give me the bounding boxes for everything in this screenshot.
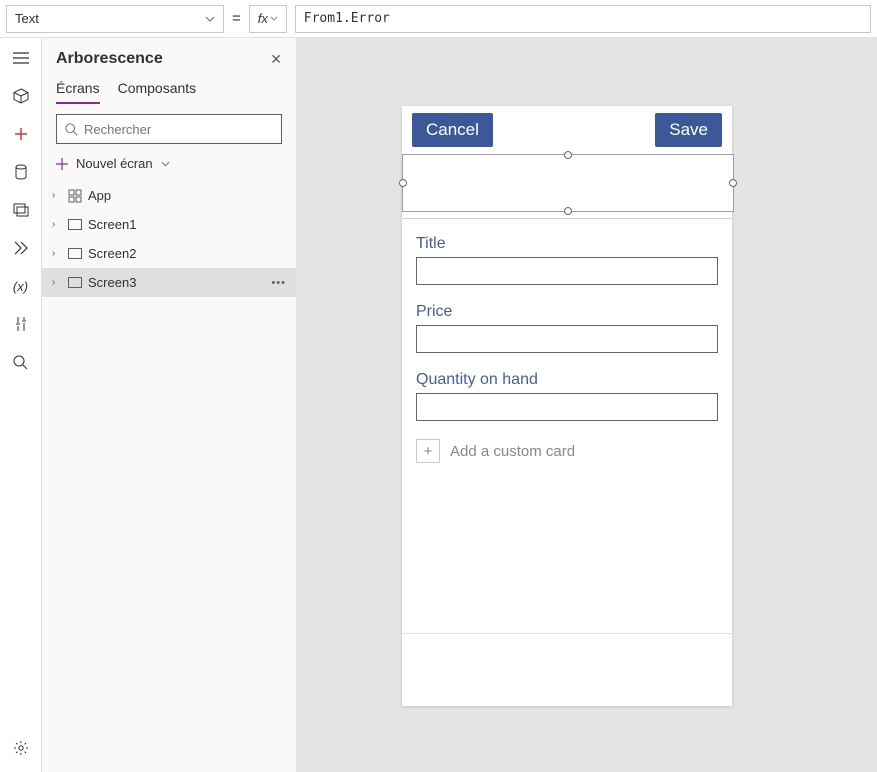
tree-item-screen2[interactable]: › Screen2 [42,239,296,268]
screen-icon [68,248,82,259]
tree-tabs: Écrans Composants [42,74,296,104]
price-input[interactable] [416,325,718,353]
chevron-right-icon: › [52,219,62,230]
variables-icon[interactable]: (x) [11,276,31,296]
tree-items: › App › Screen1 › Screen2 › Screen3 ••• [42,181,296,297]
hamburger-icon[interactable] [11,48,31,68]
insert-icon[interactable] [11,124,31,144]
tree-title: Arborescence [56,50,163,68]
close-icon[interactable]: ✕ [270,51,282,68]
tree-item-label: App [88,188,111,203]
search-box[interactable] [56,114,282,144]
new-screen-button[interactable]: Nouvel écran [42,152,296,181]
card-title[interactable]: Title [416,235,718,285]
search-icon [65,123,78,136]
equals-label: = [232,10,241,27]
power-automate-icon[interactable] [11,238,31,258]
add-card-label: Add a custom card [450,443,575,460]
plus-icon: + [416,439,440,463]
resize-handle-bottom[interactable] [564,207,572,215]
chevron-right-icon: › [52,190,62,201]
formula-bar: Text = fx [0,0,877,38]
tree-header: Arborescence ✕ [42,38,296,74]
card-price[interactable]: Price [416,303,718,353]
new-screen-label: Nouvel écran [76,156,153,171]
tree-item-label: Screen2 [88,246,136,261]
card-label: Price [416,303,718,321]
tree-item-screen1[interactable]: › Screen1 [42,210,296,239]
property-name: Text [15,11,39,26]
canvas[interactable]: Cancel Save Title Price Quant [297,38,877,772]
tab-screens[interactable]: Écrans [56,74,100,104]
media-icon[interactable] [11,200,31,220]
main-layout: (x) Arborescence ✕ Écrans Composants Nou… [0,38,877,772]
advanced-tools-icon[interactable] [11,314,31,334]
save-button[interactable]: Save [655,113,722,147]
form-divider [402,633,732,634]
chevron-right-icon: › [52,277,62,288]
plus-icon [56,158,68,170]
screen-icon [68,277,82,288]
tree-item-app[interactable]: › App [42,181,296,210]
card-quantity[interactable]: Quantity on hand [416,371,718,421]
resize-handle-right[interactable] [729,179,737,187]
search-icon[interactable] [11,352,31,372]
fx-label: fx [258,11,268,26]
card-label: Title [416,235,718,253]
app-icon [68,189,82,203]
screen-icon [68,219,82,230]
tree-item-screen3[interactable]: › Screen3 ••• [42,268,296,297]
chevron-right-icon: › [52,248,62,259]
settings-icon[interactable] [11,738,31,758]
tab-components[interactable]: Composants [118,74,197,104]
data-icon[interactable] [11,162,31,182]
card-label: Quantity on hand [416,371,718,389]
tree-view-icon[interactable] [11,86,31,106]
resize-handle-left[interactable] [399,179,407,187]
tree-item-label: Screen1 [88,217,136,232]
formula-input[interactable] [295,5,871,33]
title-input[interactable] [416,257,718,285]
add-custom-card[interactable]: + Add a custom card [416,439,718,463]
more-icon[interactable]: ••• [271,277,286,289]
property-selector[interactable]: Text [6,5,224,33]
fx-button[interactable]: fx [249,5,287,33]
search-input[interactable] [84,122,273,137]
app-bar: Cancel Save [402,106,732,154]
selected-text-control[interactable] [402,154,734,212]
chevron-down-icon [161,161,170,167]
chevron-down-icon [205,16,215,22]
tree-item-label: Screen3 [88,275,136,290]
tree-panel: Arborescence ✕ Écrans Composants Nouvel … [42,38,297,772]
form-area: Title Price Quantity on hand + Add a cus… [402,218,732,706]
left-rail: (x) [0,38,42,772]
phone-screen: Cancel Save Title Price Quant [402,106,732,706]
resize-handle-top[interactable] [564,151,572,159]
quantity-input[interactable] [416,393,718,421]
cancel-button[interactable]: Cancel [412,113,493,147]
